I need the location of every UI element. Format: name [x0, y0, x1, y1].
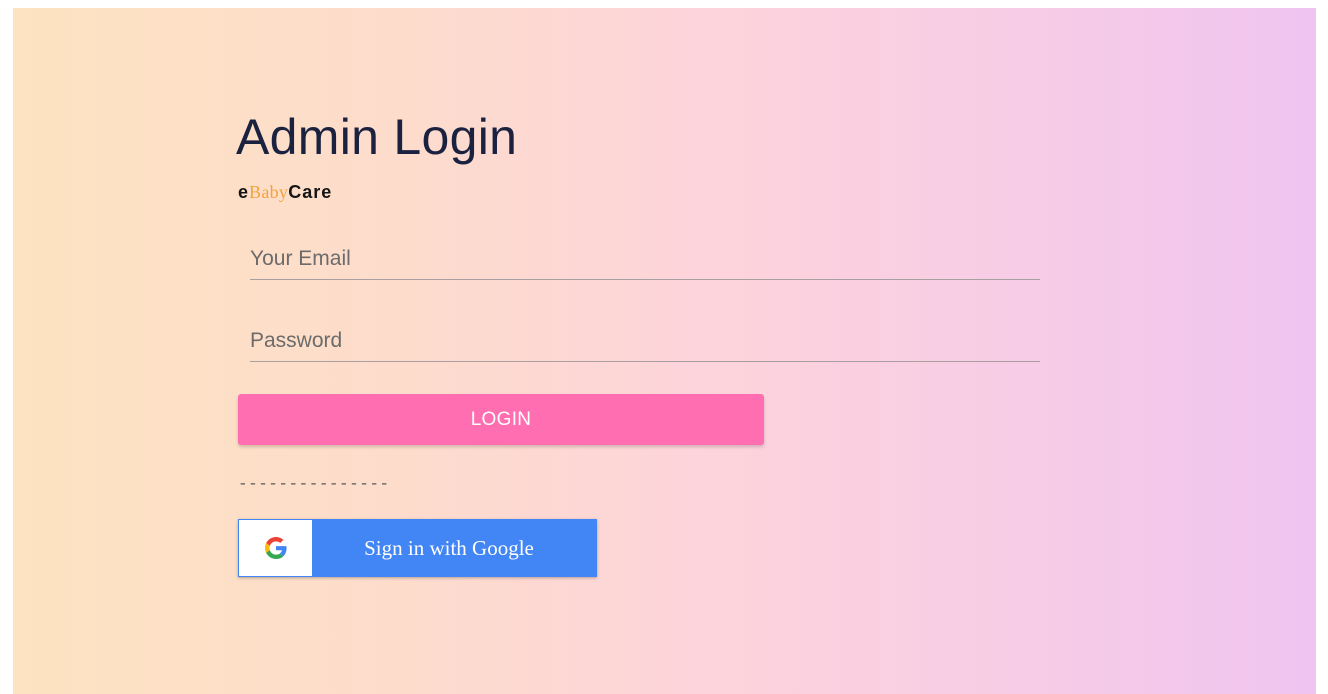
google-sign-in-label: Sign in with Google	[364, 535, 534, 560]
page-title: Admin Login	[236, 109, 518, 165]
google-icon-container	[239, 520, 312, 576]
login-page: Admin Login eBabyCare LOGIN ------------…	[13, 8, 1316, 694]
brand-suffix: Care	[288, 182, 333, 202]
password-field[interactable]	[250, 321, 1040, 362]
brand-accent: Baby	[249, 182, 289, 202]
google-sign-in-button[interactable]: Sign in with Google	[238, 519, 597, 577]
email-field[interactable]	[250, 239, 1040, 280]
divider: ---------------	[238, 475, 390, 493]
login-button[interactable]: LOGIN	[238, 394, 764, 445]
brand-logo: eBabyCare	[238, 182, 332, 203]
google-g-icon	[264, 537, 287, 559]
brand-prefix: e	[238, 182, 250, 202]
